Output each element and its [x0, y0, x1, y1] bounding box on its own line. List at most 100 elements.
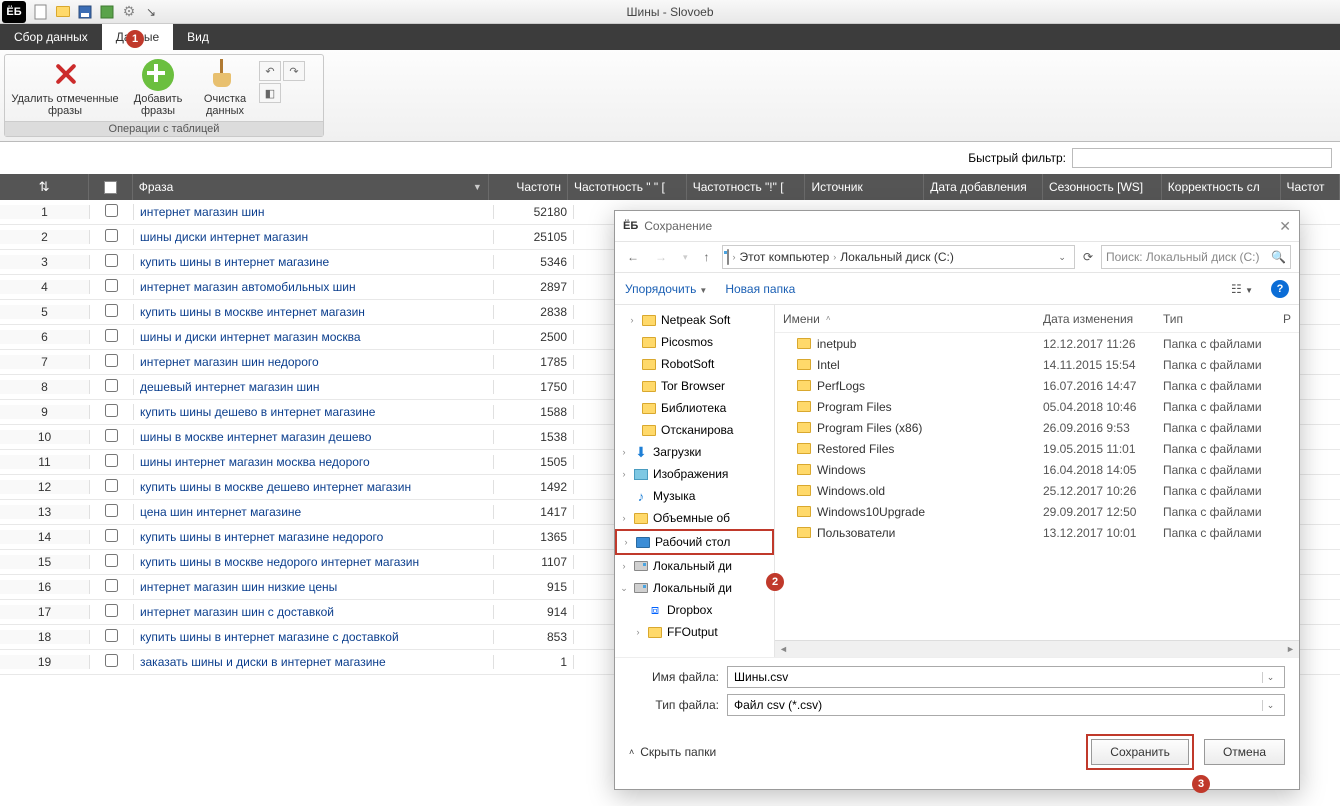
- row-phrase[interactable]: заказать шины и диски в интернет магазин…: [134, 655, 494, 669]
- row-checkbox[interactable]: [90, 554, 134, 570]
- row-checkbox[interactable]: [90, 404, 134, 420]
- row-checkbox[interactable]: [90, 354, 134, 370]
- file-row[interactable]: Пользователи13.12.2017 10:01Папка с файл…: [775, 522, 1299, 543]
- view-options-icon[interactable]: ☷ ▼: [1231, 282, 1253, 296]
- row-phrase[interactable]: интернет магазин шин низкие цены: [134, 580, 494, 594]
- file-row[interactable]: Windows10Upgrade29.09.2017 12:50Папка с …: [775, 501, 1299, 522]
- col-freq[interactable]: Частотн: [489, 174, 568, 200]
- row-phrase[interactable]: шины диски интернет магазин: [134, 230, 494, 244]
- col-seasonality[interactable]: Сезонность [WS]: [1043, 174, 1162, 200]
- crumb-drive[interactable]: Локальный диск (C:): [840, 250, 954, 264]
- tab-collect[interactable]: Сбор данных: [0, 24, 102, 50]
- row-checkbox[interactable]: [90, 229, 134, 245]
- crumb-dropdown-icon[interactable]: ⌄: [1054, 252, 1070, 263]
- row-phrase[interactable]: интернет магазин шин: [134, 205, 494, 219]
- undo-button[interactable]: ↶: [259, 61, 281, 81]
- tree-robotsoft[interactable]: RobotSoft: [615, 353, 774, 375]
- row-phrase[interactable]: шины интернет магазин москва недорого: [134, 455, 494, 469]
- help-icon[interactable]: ?: [1271, 280, 1289, 298]
- file-row[interactable]: Program Files (x86)26.09.2016 9:53Папка …: [775, 417, 1299, 438]
- fh-date[interactable]: Дата изменения: [1035, 312, 1155, 326]
- row-checkbox[interactable]: [90, 429, 134, 445]
- file-row[interactable]: Restored Files19.05.2015 11:01Папка с фа…: [775, 438, 1299, 459]
- save-button[interactable]: Сохранить: [1091, 739, 1189, 765]
- col-checkbox[interactable]: [89, 174, 133, 200]
- fh-type[interactable]: Тип: [1155, 312, 1275, 326]
- tree-library[interactable]: Библиотека: [615, 397, 774, 419]
- fh-p[interactable]: Р: [1275, 312, 1295, 326]
- row-phrase[interactable]: шины в москве интернет магазин дешево: [134, 430, 494, 444]
- row-phrase[interactable]: шины и диски интернет магазин москва: [134, 330, 494, 344]
- row-phrase[interactable]: интернет магазин шин с доставкой: [134, 605, 494, 619]
- row-checkbox[interactable]: [90, 479, 134, 495]
- qat-save-icon[interactable]: [76, 3, 94, 21]
- search-input[interactable]: Поиск: Локальный диск (C:) 🔍: [1101, 245, 1291, 269]
- filter-input[interactable]: [1072, 148, 1332, 168]
- nav-back-icon[interactable]: ←: [623, 248, 643, 266]
- file-hscroll[interactable]: ◄►: [775, 640, 1299, 657]
- col-freq-exact[interactable]: Частотность "!" [: [687, 174, 806, 200]
- file-rows[interactable]: inetpub12.12.2017 11:26Папка с файламиIn…: [775, 333, 1299, 640]
- row-checkbox[interactable]: [90, 654, 134, 670]
- folder-tree[interactable]: ›Netpeak Soft Picosmos RobotSoft Tor Bro…: [615, 305, 775, 657]
- row-phrase[interactable]: цена шин интернет магазине: [134, 505, 494, 519]
- qat-export-icon[interactable]: [98, 3, 116, 21]
- col-freq-quoted[interactable]: Частотность " " [: [568, 174, 687, 200]
- file-row[interactable]: inetpub12.12.2017 11:26Папка с файлами: [775, 333, 1299, 354]
- crumb-this-pc[interactable]: Этот компьютер: [740, 250, 830, 264]
- row-checkbox[interactable]: [90, 604, 134, 620]
- row-checkbox[interactable]: [90, 504, 134, 520]
- row-phrase[interactable]: купить шины дешево в интернет магазине: [134, 405, 494, 419]
- tree-picosmos[interactable]: Picosmos: [615, 331, 774, 353]
- file-row[interactable]: Program Files05.04.2018 10:46Папка с фай…: [775, 396, 1299, 417]
- tree-desktop[interactable]: ›Рабочий стол: [615, 529, 774, 555]
- tree-downloads[interactable]: ›⬇Загрузки: [615, 441, 774, 463]
- add-phrases-button[interactable]: Добавить фразы: [125, 59, 191, 121]
- row-phrase[interactable]: дешевый интернет магазин шин: [134, 380, 494, 394]
- redo-button[interactable]: ↷: [283, 61, 305, 81]
- col-date-added[interactable]: Дата добавления: [924, 174, 1043, 200]
- nav-recent-icon[interactable]: ▾: [679, 250, 692, 265]
- remove-marked-button[interactable]: Удалить отмеченные фразы: [9, 59, 121, 121]
- expand-button[interactable]: ◧: [259, 83, 281, 103]
- row-checkbox[interactable]: [90, 279, 134, 295]
- col-source[interactable]: Источник: [805, 174, 924, 200]
- tree-tor[interactable]: Tor Browser: [615, 375, 774, 397]
- hide-folders-button[interactable]: ˄Скрыть папки: [629, 745, 716, 759]
- filetype-select[interactable]: Файл csv (*.csv)⌄: [727, 694, 1285, 716]
- row-checkbox[interactable]: [90, 529, 134, 545]
- nav-up-icon[interactable]: ↑: [700, 248, 714, 266]
- row-phrase[interactable]: купить шины в москве интернет магазин: [134, 305, 494, 319]
- filename-input[interactable]: Шины.csv⌄: [727, 666, 1285, 688]
- col-phrase[interactable]: Фраза▼: [133, 174, 489, 200]
- fh-name[interactable]: Имени˄: [775, 312, 1035, 326]
- row-checkbox[interactable]: [90, 329, 134, 345]
- row-checkbox[interactable]: [90, 204, 134, 220]
- col-freq4[interactable]: Частот: [1281, 174, 1340, 200]
- row-checkbox[interactable]: [90, 579, 134, 595]
- file-row[interactable]: Windows16.04.2018 14:05Папка с файлами: [775, 459, 1299, 480]
- tree-images[interactable]: ›Изображения: [615, 463, 774, 485]
- row-phrase[interactable]: купить шины в москве дешево интернет маг…: [134, 480, 494, 494]
- nav-forward-icon[interactable]: →: [651, 248, 671, 266]
- row-checkbox[interactable]: [90, 379, 134, 395]
- new-folder-button[interactable]: Новая папка: [725, 282, 795, 296]
- row-phrase[interactable]: купить шины в интернет магазине недорого: [134, 530, 494, 544]
- qat-settings-icon[interactable]: ⚙: [120, 3, 138, 21]
- tree-scanned[interactable]: Отсканирова: [615, 419, 774, 441]
- tree-local-disk2[interactable]: ⌄Локальный ди: [615, 577, 774, 599]
- breadcrumb[interactable]: › Этот компьютер › Локальный диск (C:) ⌄: [722, 245, 1075, 269]
- row-checkbox[interactable]: [90, 629, 134, 645]
- row-checkbox[interactable]: [90, 304, 134, 320]
- col-rownum[interactable]: ⇅: [0, 174, 89, 200]
- qat-brush-icon[interactable]: ↘: [142, 3, 160, 21]
- qat-open-icon[interactable]: [54, 3, 72, 21]
- row-phrase[interactable]: купить шины в москве недорого интернет м…: [134, 555, 494, 569]
- tree-netpeak[interactable]: ›Netpeak Soft: [615, 309, 774, 331]
- col-correctness[interactable]: Корректность сл: [1162, 174, 1281, 200]
- row-phrase[interactable]: интернет магазин шин недорого: [134, 355, 494, 369]
- file-row[interactable]: PerfLogs16.07.2016 14:47Папка с файлами: [775, 375, 1299, 396]
- tree-volumes[interactable]: ›Объемные об: [615, 507, 774, 529]
- qat-new-icon[interactable]: [32, 3, 50, 21]
- organize-button[interactable]: Упорядочить▼: [625, 282, 707, 296]
